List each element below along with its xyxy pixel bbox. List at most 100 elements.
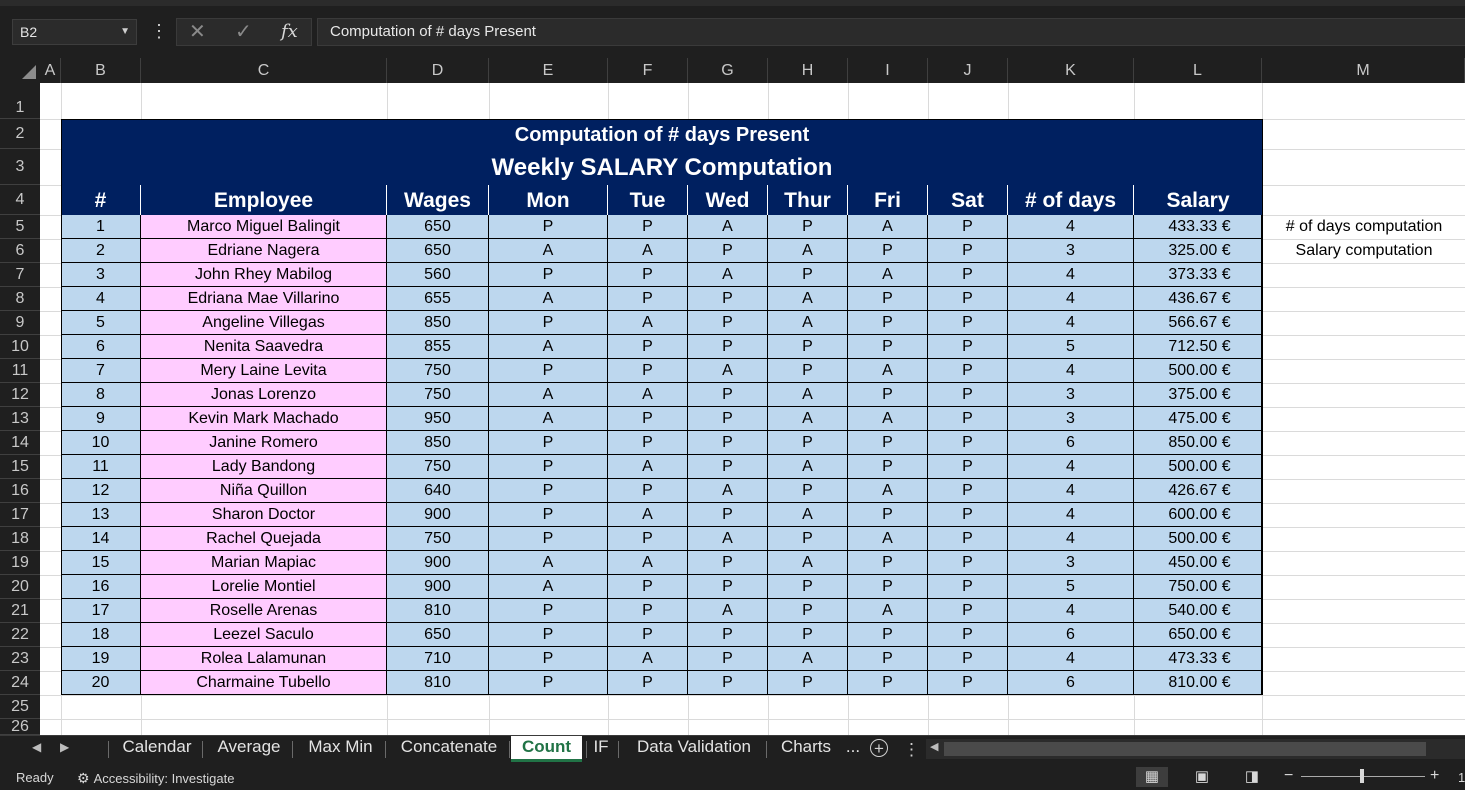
table-cell[interactable]: P — [928, 239, 1008, 263]
page-break-preview-icon[interactable]: ◨ — [1236, 767, 1268, 787]
table-cell[interactable]: 17 — [61, 599, 141, 623]
table-cell[interactable]: 6 — [61, 335, 141, 359]
table-cell[interactable]: Niña Quillon — [141, 479, 387, 503]
table-cell[interactable]: 4 — [1008, 311, 1134, 335]
column-header-i[interactable]: I — [848, 58, 928, 83]
table-cell[interactable]: Jonas Lorenzo — [141, 383, 387, 407]
row-header-20[interactable]: 20 — [0, 575, 40, 599]
table-cell[interactable]: 13 — [61, 503, 141, 527]
table-cell[interactable]: P — [688, 647, 768, 671]
table-cell[interactable]: 4 — [1008, 455, 1134, 479]
table-cell[interactable]: John Rhey Mabilog — [141, 263, 387, 287]
table-cell[interactable]: 6 — [1008, 431, 1134, 455]
table-cell[interactable]: P — [768, 335, 848, 359]
table-cell[interactable]: 4 — [1008, 263, 1134, 287]
tab-calendar[interactable]: Calendar — [110, 736, 204, 762]
table-cell[interactable]: A — [489, 575, 608, 599]
table-cell[interactable]: P — [848, 311, 928, 335]
table-cell[interactable]: P — [768, 359, 848, 383]
table-cell[interactable]: P — [608, 671, 688, 695]
row-header-8[interactable]: 8 — [0, 287, 40, 311]
table-cell[interactable]: Charmaine Tubello — [141, 671, 387, 695]
table-cell[interactable]: P — [928, 335, 1008, 359]
note-days-computation[interactable]: # of days computation — [1263, 215, 1465, 239]
table-cell[interactable]: P — [848, 647, 928, 671]
table-cell[interactable]: 750 — [387, 383, 489, 407]
row-header-16[interactable]: 16 — [0, 479, 40, 503]
table-cell[interactable]: 750 — [387, 455, 489, 479]
table-cell[interactable]: P — [928, 455, 1008, 479]
table-cell[interactable]: 436.67 € — [1134, 287, 1262, 311]
table-cell[interactable]: 712.50 € — [1134, 335, 1262, 359]
table-cell[interactable]: P — [928, 671, 1008, 695]
table-cell[interactable]: P — [489, 527, 608, 551]
table-cell[interactable]: P — [848, 431, 928, 455]
table-cell[interactable]: P — [688, 455, 768, 479]
column-header-e[interactable]: E — [489, 58, 608, 83]
table-cell[interactable]: 900 — [387, 551, 489, 575]
table-cell[interactable]: 4 — [61, 287, 141, 311]
table-cell[interactable]: 640 — [387, 479, 489, 503]
table-cell[interactable]: P — [768, 527, 848, 551]
table-cell[interactable]: P — [848, 551, 928, 575]
table-cell[interactable]: P — [848, 239, 928, 263]
table-cell[interactable]: 14 — [61, 527, 141, 551]
table-cell[interactable]: 426.67 € — [1134, 479, 1262, 503]
table-cell[interactable]: 373.33 € — [1134, 263, 1262, 287]
table-cell[interactable]: P — [928, 311, 1008, 335]
table-cell[interactable]: P — [928, 263, 1008, 287]
table-cell[interactable]: P — [489, 455, 608, 479]
table-cell[interactable]: A — [608, 239, 688, 263]
table-cell[interactable]: 500.00 € — [1134, 455, 1262, 479]
more-options-icon[interactable]: ⋮ — [150, 18, 168, 44]
table-cell[interactable]: P — [608, 599, 688, 623]
column-header-b[interactable]: B — [61, 58, 141, 83]
table-cell[interactable]: A — [688, 215, 768, 239]
horizontal-scrollbar[interactable]: ◀ — [926, 739, 1465, 759]
table-cell[interactable]: A — [768, 239, 848, 263]
table-cell[interactable]: 4 — [1008, 479, 1134, 503]
table-cell[interactable]: P — [848, 575, 928, 599]
table-cell[interactable]: P — [608, 215, 688, 239]
scroll-left-icon[interactable]: ◀ — [930, 740, 938, 753]
table-cell[interactable]: 655 — [387, 287, 489, 311]
table-cell[interactable]: Leezel Saculo — [141, 623, 387, 647]
table-cell[interactable]: P — [928, 431, 1008, 455]
table-cell[interactable]: Mery Laine Levita — [141, 359, 387, 383]
row-header-2[interactable]: 2 — [0, 119, 40, 149]
table-cell[interactable]: 810 — [387, 599, 489, 623]
table-cell[interactable]: 4 — [1008, 599, 1134, 623]
table-cell[interactable]: P — [928, 527, 1008, 551]
table-cell[interactable]: P — [688, 551, 768, 575]
table-cell[interactable]: P — [688, 503, 768, 527]
table-cell[interactable]: 650.00 € — [1134, 623, 1262, 647]
zoom-out-icon[interactable]: − — [1284, 767, 1293, 785]
table-cell[interactable]: 375.00 € — [1134, 383, 1262, 407]
table-cell[interactable]: 5 — [1008, 575, 1134, 599]
header-cell[interactable]: Thur — [768, 185, 848, 215]
tab-count[interactable]: Count — [511, 736, 582, 762]
table-cell[interactable]: 566.67 € — [1134, 311, 1262, 335]
table-cell[interactable]: 19 — [61, 647, 141, 671]
table-cell[interactable]: P — [768, 671, 848, 695]
table-cell[interactable]: P — [928, 551, 1008, 575]
table-cell[interactable]: P — [608, 335, 688, 359]
table-cell[interactable]: P — [608, 575, 688, 599]
table-cell[interactable]: Janine Romero — [141, 431, 387, 455]
table-cell[interactable]: 750 — [387, 359, 489, 383]
name-box[interactable]: B2 ▼ — [12, 19, 137, 45]
column-header-j[interactable]: J — [928, 58, 1008, 83]
table-cell[interactable]: P — [688, 671, 768, 695]
chevron-down-icon[interactable]: ▼ — [120, 20, 130, 44]
table-cell[interactable]: 4 — [1008, 215, 1134, 239]
table-cell[interactable]: P — [608, 263, 688, 287]
table-cell[interactable]: 11 — [61, 455, 141, 479]
table-cell[interactable]: A — [848, 479, 928, 503]
table-cell[interactable]: 3 — [1008, 239, 1134, 263]
table-cell[interactable]: A — [768, 647, 848, 671]
table-cell[interactable]: A — [848, 599, 928, 623]
table-cell[interactable]: 12 — [61, 479, 141, 503]
table-cell[interactable]: P — [768, 431, 848, 455]
table-cell[interactable]: Marian Mapiac — [141, 551, 387, 575]
table-cell[interactable]: 810 — [387, 671, 489, 695]
